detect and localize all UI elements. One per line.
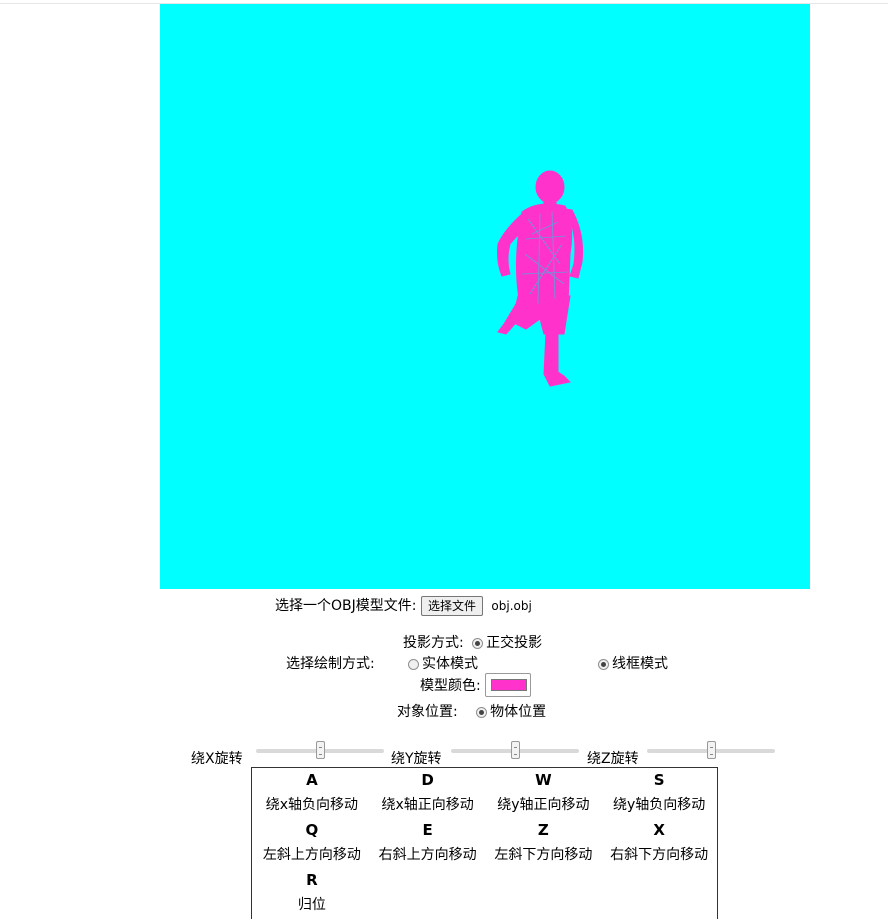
- key-a: A: [306, 771, 318, 789]
- rotate-y-thumb[interactable]: [511, 741, 520, 759]
- wireframe-mode-label: 线框模式: [612, 656, 668, 672]
- key-d: D: [421, 771, 434, 789]
- rotate-y-slider[interactable]: [451, 741, 579, 759]
- slider-label-y: 绕Y旋转: [391, 751, 442, 767]
- model-color-label: 模型颜色:: [420, 678, 481, 694]
- file-label: 选择一个OBJ模型文件:: [275, 598, 417, 614]
- rotate-z-slider[interactable]: [647, 741, 775, 759]
- projection-label: 投影方式:: [403, 635, 464, 651]
- key-e: E: [422, 821, 433, 839]
- object-position-label: 对象位置:: [397, 704, 458, 720]
- key-s-desc: 绕y轴负向移动: [612, 797, 706, 813]
- solid-mode-option[interactable]: 实体模式: [408, 653, 478, 673]
- wireframe-mode-option[interactable]: 线框模式: [598, 653, 668, 673]
- key-s: S: [653, 771, 665, 789]
- key-r-desc: 归位: [297, 897, 326, 913]
- key-q-desc: 左斜上方向移动: [262, 847, 361, 863]
- draw-mode-row: 选择绘制方式:: [286, 653, 375, 673]
- choose-file-button[interactable]: 选择文件: [420, 596, 483, 616]
- slider-label-x: 绕X旋转: [191, 751, 243, 767]
- rotate-z-thumb[interactable]: [707, 741, 716, 759]
- solid-mode-radio[interactable]: [408, 658, 419, 670]
- key-a-desc: 绕x轴负向移动: [265, 797, 359, 813]
- key-z-desc: 左斜下方向移动: [494, 847, 593, 863]
- rotate-x-slider[interactable]: [256, 741, 384, 759]
- projection-row: 投影方式: 正交投影: [403, 632, 542, 652]
- object-position-row: 对象位置: 物体位置: [397, 701, 546, 721]
- key-r: R: [306, 871, 318, 889]
- key-x: X: [653, 821, 665, 839]
- object-position-radio[interactable]: [476, 706, 488, 718]
- key-w-desc: 绕y轴正向移动: [497, 797, 590, 813]
- projection-option-label: 正交投影: [486, 635, 543, 651]
- file-row: 选择一个OBJ模型文件: 选择文件 obj.obj: [275, 595, 532, 616]
- key-d-desc: 绕x轴正向移动: [381, 797, 474, 813]
- model-color-picker[interactable]: [485, 673, 532, 697]
- key-w: W: [535, 771, 552, 789]
- key-q: Q: [305, 821, 319, 839]
- model-figure: [497, 170, 583, 387]
- projection-radio[interactable]: [472, 637, 484, 649]
- render-canvas[interactable]: [160, 4, 810, 589]
- key-help-table: A D W S 绕x轴负向移动 绕x轴正向移动 绕y轴正向移动 绕y轴负向移动 …: [251, 767, 718, 919]
- draw-mode-label: 选择绘制方式:: [286, 656, 375, 672]
- model-color-row: 模型颜色:: [420, 673, 532, 697]
- key-x-desc: 右斜下方向移动: [610, 847, 709, 863]
- rotate-x-thumb[interactable]: [316, 741, 325, 759]
- solid-mode-label: 实体模式: [422, 656, 478, 672]
- file-name: obj.obj: [491, 599, 532, 613]
- wireframe-mode-radio[interactable]: [598, 658, 609, 670]
- slider-label-z: 绕Z旋转: [587, 751, 639, 767]
- key-z: Z: [537, 821, 549, 839]
- object-position-option-label: 物体位置: [490, 704, 547, 720]
- key-e-desc: 右斜上方向移动: [378, 847, 477, 863]
